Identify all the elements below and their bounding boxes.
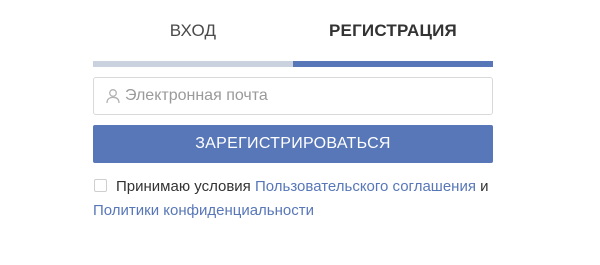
- email-field-wrapper: [93, 77, 493, 115]
- auth-tabs: ВХОД РЕГИСТРАЦИЯ: [93, 0, 493, 60]
- registration-form: ВХОД РЕГИСТРАЦИЯ ЗАРЕГИСТРИРОВАТЬСЯ Прин…: [93, 0, 493, 219]
- email-field[interactable]: [125, 87, 485, 105]
- terms-prefix: Принимаю условия: [116, 178, 251, 195]
- register-button[interactable]: ЗАРЕГИСТРИРОВАТЬСЯ: [93, 125, 493, 163]
- terms-checkbox[interactable]: [94, 179, 107, 192]
- tab-indicator-login: [93, 61, 293, 67]
- tab-indicator: [93, 61, 493, 67]
- tab-login[interactable]: ВХОД: [93, 0, 293, 60]
- privacy-policy-link[interactable]: Политики конфиденциальности: [93, 202, 314, 219]
- user-icon: [104, 87, 122, 105]
- tab-register[interactable]: РЕГИСТРАЦИЯ: [293, 0, 493, 60]
- user-agreement-link[interactable]: Пользовательского соглашения: [255, 178, 476, 195]
- terms-agreement: Принимаю условия Пользовательского согла…: [93, 175, 493, 223]
- tab-indicator-register: [293, 61, 493, 67]
- terms-conjunction: и: [480, 178, 489, 195]
